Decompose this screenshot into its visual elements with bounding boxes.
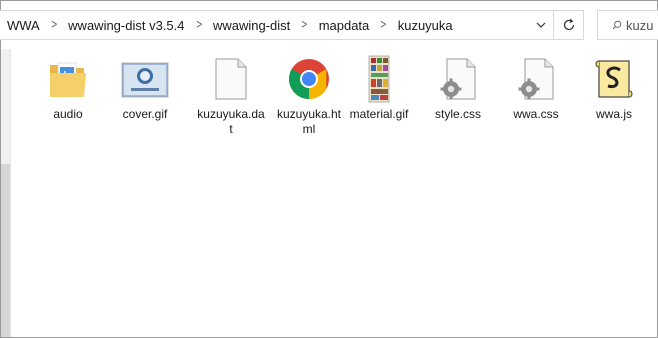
chevron-right-icon[interactable]: > — [189, 18, 209, 32]
css-file-icon — [440, 58, 476, 100]
scrollbar-thumb[interactable] — [1, 164, 10, 337]
file-name: wwa.css — [513, 107, 559, 121]
file-name: style.css — [434, 107, 481, 121]
refresh-button[interactable] — [554, 10, 584, 40]
chrome-icon — [289, 59, 329, 99]
file-name: kuzuyuka.html — [276, 107, 342, 136]
breadcrumb: WWA > wwawing-dist v3.5.4 > wwawing-dist… — [4, 11, 456, 39]
file-name: cover.gif — [122, 107, 168, 121]
refresh-icon — [563, 18, 574, 31]
blank-file-icon — [215, 58, 247, 100]
gif-image-icon — [368, 55, 390, 103]
css-file-icon — [518, 58, 554, 100]
breadcrumb-item-wwa[interactable]: WWA — [4, 18, 43, 33]
file-item-wwa-js[interactable]: wwa.js — [576, 53, 652, 143]
chevron-right-icon[interactable]: > — [294, 18, 314, 32]
address-toolbar: WWA > wwawing-dist v3.5.4 > wwawing-dist… — [0, 1, 658, 49]
file-item-wwa-css[interactable]: wwa.css — [498, 53, 574, 143]
chevron-right-icon[interactable]: > — [44, 18, 64, 32]
file-item-kuzuyuka-dat[interactable]: kuzuyuka.dat — [193, 53, 269, 143]
breadcrumb-item-kuzuyuka[interactable]: kuzuyuka — [395, 18, 456, 33]
explorer-window: WWA > wwawing-dist v3.5.4 > wwawing-dist… — [0, 0, 658, 338]
search-icon — [612, 20, 622, 30]
address-bar[interactable]: WWA > wwawing-dist v3.5.4 > wwawing-dist… — [0, 10, 554, 40]
file-item-cover-gif[interactable]: cover.gif — [107, 53, 183, 143]
folder-icon — [50, 62, 86, 97]
file-item-style-css[interactable]: style.css — [420, 53, 496, 143]
gif-image-icon — [121, 62, 169, 98]
file-item-kuzuyuka-html[interactable]: kuzuyuka.html — [271, 53, 347, 143]
address-history-dropdown[interactable] — [530, 11, 552, 39]
search-input[interactable] — [626, 17, 658, 33]
chevron-right-icon[interactable]: > — [373, 18, 393, 32]
file-name: material.gif — [349, 107, 409, 121]
file-name: kuzuyuka.dat — [197, 107, 265, 136]
file-name: audio — [53, 107, 83, 121]
breadcrumb-item-wwawing-dist-version[interactable]: wwawing-dist v3.5.4 — [65, 18, 187, 33]
file-name: wwa.js — [595, 107, 632, 121]
navigation-pane-scrollbar[interactable] — [1, 49, 11, 337]
breadcrumb-item-wwawing-dist[interactable]: wwawing-dist — [210, 18, 293, 33]
chevron-down-icon — [536, 22, 546, 28]
file-item-audio[interactable]: audio — [30, 53, 106, 143]
search-box[interactable] — [597, 10, 658, 40]
js-script-icon — [595, 60, 633, 98]
file-item-material-gif[interactable]: material.gif — [341, 53, 417, 143]
breadcrumb-item-mapdata[interactable]: mapdata — [316, 18, 373, 33]
